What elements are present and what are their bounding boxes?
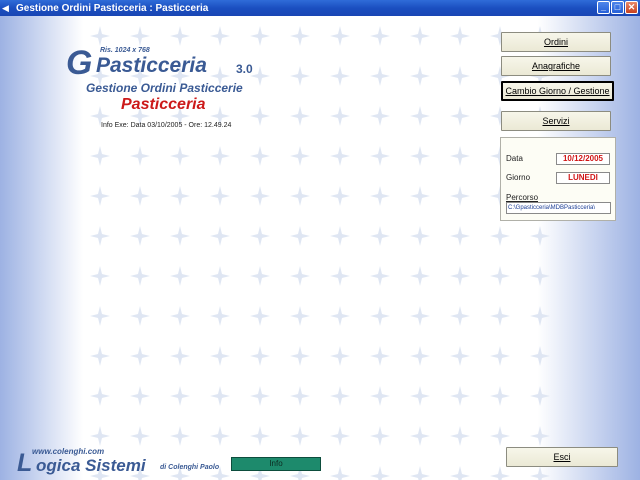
app-icon[interactable]: ◀ <box>2 2 14 14</box>
giorno-label: Giorno <box>506 173 531 182</box>
percorso-value: C:\Gpasticceria\MDBPasticceria\ <box>506 202 611 214</box>
close-icon[interactable]: ✕ <box>625 1 638 14</box>
info-panel: Data 10/12/2005 Giorno LUNEDI Percorso C… <box>500 137 616 221</box>
resolution-label: Ris. 1024 x 768 <box>100 47 150 54</box>
logo-g-letter: G <box>66 44 92 82</box>
info-exe-label: Info Exe: Data 03/10/2005 - Ore: 12.49.2… <box>101 122 232 129</box>
maximize-icon[interactable]: □ <box>611 1 624 14</box>
window-controls: _ □ ✕ <box>597 1 638 14</box>
data-value: 10/12/2005 <box>556 153 610 165</box>
title-bar: ◀ Gestione Ordini Pasticceria : Pasticce… <box>0 0 640 16</box>
data-label: Data <box>506 154 523 163</box>
brand-name: ogica Sistemi <box>36 456 146 475</box>
app-subtitle: Gestione Ordini Pasticcerie <box>86 81 243 95</box>
website-label: www.colenghi.com <box>32 447 105 456</box>
ordini-button[interactable]: Ordini <box>501 32 611 52</box>
minimize-icon[interactable]: _ <box>597 1 610 14</box>
anagrafiche-button[interactable]: Anagrafiche <box>501 56 611 76</box>
section-title: Pasticceria <box>121 96 206 113</box>
window-title: Gestione Ordini Pasticceria : Pasticceri… <box>16 2 209 14</box>
info-button[interactable]: Info <box>231 457 321 471</box>
cambio-giorno-gestione-button[interactable]: Cambio Giorno / Gestione <box>501 81 614 101</box>
brand-author: di Colenghi Paolo <box>160 464 220 471</box>
giorno-value: LUNEDI <box>556 172 610 184</box>
logo-version: 3.0 <box>236 62 253 76</box>
main-area: Ris. 1024 x 768 G Pasticceria 3.0 Gestio… <box>0 16 640 480</box>
esci-button[interactable]: Esci <box>506 447 618 467</box>
brand-initial: L <box>17 449 33 477</box>
servizi-button[interactable]: Servizi <box>501 111 611 131</box>
percorso-label: Percorso <box>506 193 539 202</box>
logo-name: Pasticceria <box>96 54 207 77</box>
